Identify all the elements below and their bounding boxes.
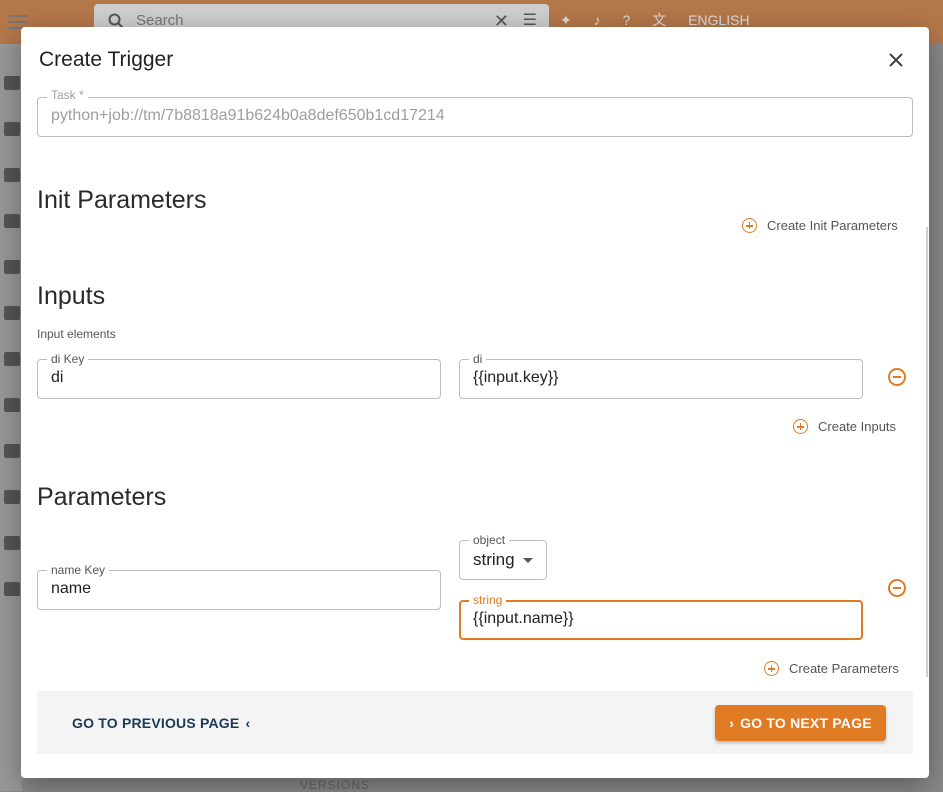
sidebar-icon [4,260,20,274]
task-label: Task * [47,88,88,102]
inputs-subtitle: Input elements [37,327,116,341]
parameters-title: Parameters [37,483,167,511]
parameter-type-select[interactable]: object string [459,533,547,580]
sidebar-icon [4,214,20,228]
versions-tab: VERSIONS [300,778,371,792]
sidebar-icon [4,76,20,90]
next-page-label: GO TO NEXT PAGE [740,715,872,731]
chevron-right-icon: › [729,715,735,731]
parameter-type-value: string [473,550,515,569]
input-key-field[interactable]: di Key di [37,352,441,399]
create-trigger-dialog: Create Trigger Task * python+job://tm/7b… [21,27,929,778]
input-key-value: di [51,369,64,386]
create-init-parameters-button[interactable]: Create Init Parameters [742,218,898,233]
caret-down-icon [523,558,533,563]
init-parameters-title: Init Parameters [37,186,207,214]
sidebar-icon [4,582,20,596]
dialog-title: Create Trigger [39,48,174,71]
input-value-value: {{input.key}} [473,369,559,386]
chevron-left-icon: ‹ [245,715,251,731]
dialog-footer: GO TO PREVIOUS PAGE ‹ › GO TO NEXT PAGE [37,691,913,754]
create-init-parameters-label: Create Init Parameters [767,218,898,233]
parameter-type-label: object [469,533,510,547]
remove-input-button[interactable] [888,368,906,391]
close-icon [889,53,903,67]
task-field[interactable]: Task * python+job://tm/7b8818a91b624b0a8… [37,88,913,137]
sidebar-icon [4,398,20,412]
language-label: ENGLISH [688,12,750,28]
sidebar-icon [4,490,20,504]
close-button[interactable] [885,50,907,72]
sidebar-icon [4,306,20,320]
input-value-label: di [469,352,487,366]
bell-icon: ♪ [593,12,601,28]
create-parameters-label: Create Parameters [789,661,899,676]
previous-page-button[interactable]: GO TO PREVIOUS PAGE ‹ [72,715,250,731]
sidebar-icon [4,168,20,182]
remove-parameter-button[interactable] [888,579,906,602]
task-value: python+job://tm/7b8818a91b624b0a8def650b… [51,107,445,124]
parameter-value-value: {{input.name}} [473,610,574,627]
previous-page-label: GO TO PREVIOUS PAGE [72,715,240,731]
create-inputs-button[interactable]: Create Inputs [793,419,896,434]
parameter-value-label: string [469,593,507,607]
next-page-button[interactable]: › GO TO NEXT PAGE [715,705,886,741]
remove-circle-icon [888,368,906,386]
parameter-key-value: name [51,580,92,597]
sidebar-icon [4,122,20,136]
sidebar-icon [4,444,20,458]
sidebar-icon [4,536,20,550]
create-inputs-label: Create Inputs [818,419,897,434]
pin-icon: ✦ [560,12,572,28]
remove-circle-icon [888,579,906,597]
create-parameters-button[interactable]: Create Parameters [764,661,899,676]
app-sidebar [0,44,22,791]
scrollbar[interactable] [926,227,928,677]
parameter-key-label: name Key [47,563,110,577]
help-icon: ? [622,12,631,28]
parameter-key-field[interactable]: name Key name [37,563,441,610]
translate-icon: 文 [652,12,667,28]
input-value-field[interactable]: di {{input.key}} [459,352,863,399]
add-circle-icon [742,218,757,233]
sidebar-icon [4,352,20,366]
inputs-title: Inputs [37,282,106,310]
add-circle-icon [793,419,808,434]
parameter-value-field[interactable]: string {{input.name}} [459,593,863,640]
add-circle-icon [764,661,779,676]
input-key-label: di Key [47,352,89,366]
